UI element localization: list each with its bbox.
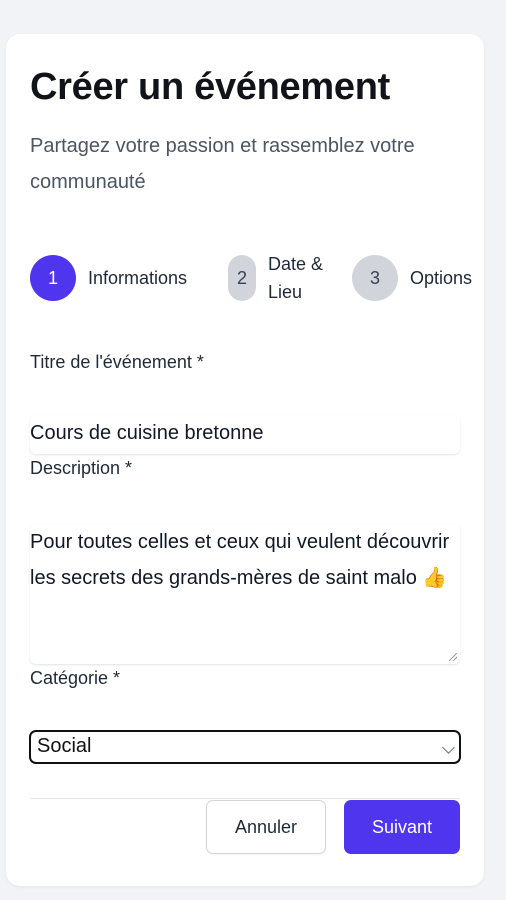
step-options[interactable]: 3 Options <box>352 248 472 308</box>
step-label: Options <box>410 268 473 288</box>
step-informations[interactable]: 1 Informations <box>30 248 187 308</box>
step-label: Date & Lieu <box>268 254 324 302</box>
step-number-badge: 2 <box>228 255 256 301</box>
page-subtitle: Partagez votre passion et rassemblez vot… <box>30 135 415 193</box>
form-divider <box>30 798 460 799</box>
category-field-label: Catégorie * <box>30 668 121 688</box>
category-select[interactable]: Social <box>29 730 461 764</box>
description-text: Pour toutes celles et ceux qui veulent d… <box>30 531 450 589</box>
step-label: Informations <box>88 268 188 288</box>
stepper: 1 Informations 2 Date & Lieu 3 Options <box>30 248 484 308</box>
title-field-label: Titre de l'événement * <box>30 352 204 372</box>
category-selected-value: Social <box>37 735 92 757</box>
next-button[interactable]: Suivant <box>344 800 460 854</box>
description-field-label: Description * <box>30 458 133 478</box>
resize-handle-icon[interactable] <box>449 653 457 661</box>
chevron-down-icon <box>442 741 455 754</box>
page-title: Créer un événement <box>30 66 390 108</box>
cancel-button[interactable]: Annuler <box>206 800 326 854</box>
title-input[interactable]: Cours de cuisine bretonne <box>30 416 460 454</box>
step-number-badge: 3 <box>352 255 398 301</box>
description-textarea[interactable]: Pour toutes celles et ceux qui veulent d… <box>30 524 460 664</box>
event-form-card: Créer un événement Partagez votre passio… <box>6 34 484 886</box>
step-number-badge: 1 <box>30 255 76 301</box>
step-date-lieu[interactable]: 2 Date & Lieu <box>228 248 338 308</box>
